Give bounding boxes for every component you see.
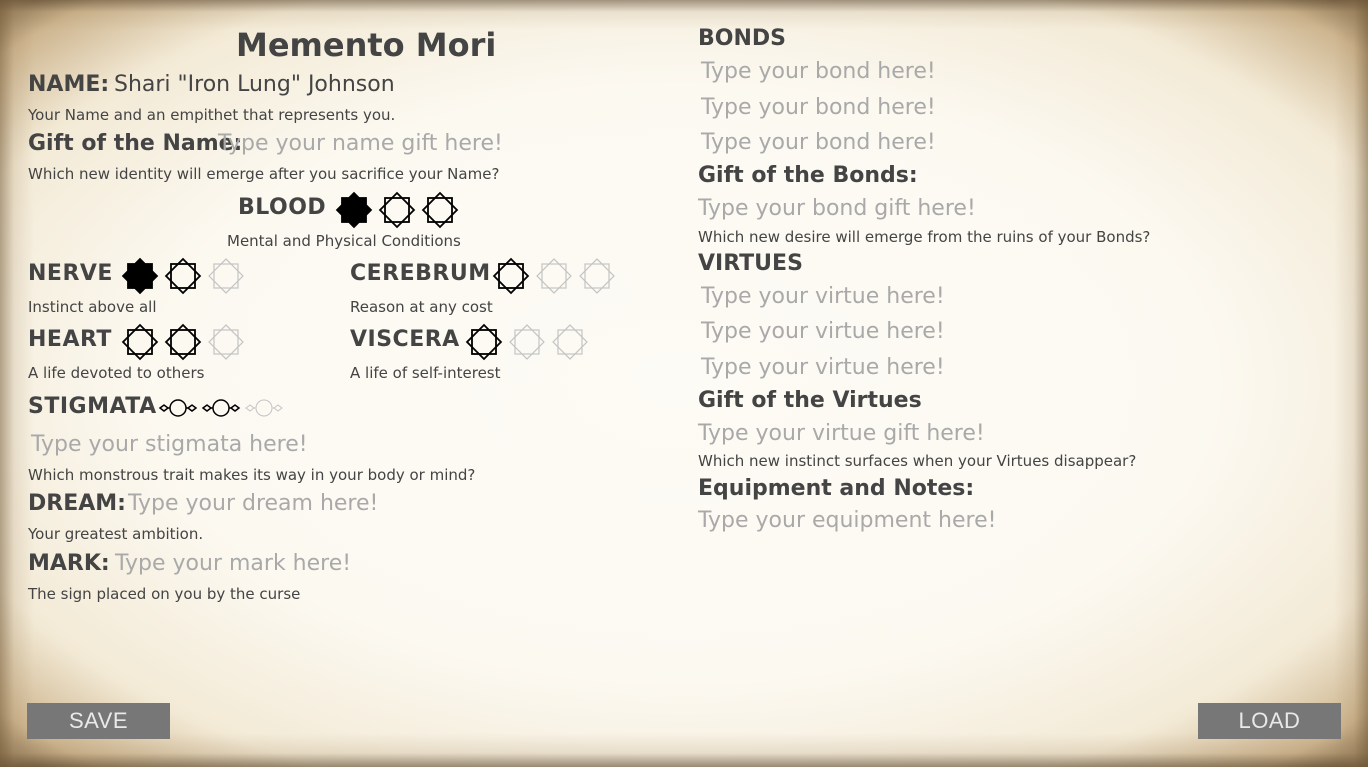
dream-label: DREAM:	[28, 491, 126, 516]
star-icon-marked[interactable]	[420, 190, 460, 230]
blood-hint: Mental and Physical Conditions	[227, 232, 461, 250]
name-field[interactable]: Shari "Iron Lung" Johnson	[114, 72, 395, 97]
cerebrum-track[interactable]	[491, 256, 620, 296]
nerve-hint: Instinct above all	[28, 298, 157, 316]
star-icon-filled[interactable]	[334, 190, 374, 230]
star-icon-empty[interactable]	[550, 322, 590, 362]
dream-hint: Your greatest ambition.	[28, 525, 204, 543]
virtues-label: VIRTUES	[698, 251, 803, 276]
bond-field-2[interactable]: Type your bond here!	[701, 95, 936, 120]
gift-virtues-hint: Which new instinct surfaces when your Vi…	[698, 452, 1137, 470]
equipment-label: Equipment and Notes:	[698, 476, 975, 501]
viscera-label: VISCERA	[350, 327, 460, 352]
gift-name-hint: Which new identity will emerge after you…	[28, 165, 500, 183]
orb-icon-marked[interactable]	[158, 396, 198, 420]
stigmata-label: STIGMATA	[28, 394, 157, 419]
stigmata-track[interactable]	[158, 396, 287, 420]
load-button[interactable]: LOAD	[1198, 703, 1341, 739]
mark-hint: The sign placed on you by the curse	[28, 585, 301, 603]
dream-field[interactable]: Type your dream here!	[128, 491, 378, 516]
star-icon-marked[interactable]	[464, 322, 504, 362]
gift-name-label: Gift of the Name:	[28, 131, 243, 156]
star-icon-empty[interactable]	[507, 322, 547, 362]
bond-field-1[interactable]: Type your bond here!	[701, 59, 936, 84]
orb-icon-empty[interactable]	[244, 396, 284, 420]
nerve-track[interactable]	[120, 256, 249, 296]
stigmata-hint: Which monstrous trait makes its way in y…	[28, 466, 476, 484]
name-label: NAME:	[28, 72, 110, 97]
virtue-field-3[interactable]: Type your virtue here!	[701, 355, 945, 380]
star-icon-empty[interactable]	[577, 256, 617, 296]
gift-bonds-hint: Which new desire will emerge from the ru…	[698, 228, 1151, 246]
cerebrum-label: CEREBRUM	[350, 261, 491, 286]
orb-icon-marked[interactable]	[201, 396, 241, 420]
bond-field-3[interactable]: Type your bond here!	[701, 130, 936, 155]
star-icon-empty[interactable]	[206, 322, 246, 362]
viscera-track[interactable]	[464, 322, 593, 362]
heart-label: HEART	[28, 327, 112, 352]
cerebrum-hint: Reason at any cost	[350, 298, 493, 316]
star-icon-marked[interactable]	[120, 322, 160, 362]
star-icon-marked[interactable]	[491, 256, 531, 296]
bonds-label: BONDS	[698, 26, 786, 51]
blood-label: BLOOD	[238, 195, 327, 220]
gift-virtues-label: Gift of the Virtues	[698, 388, 922, 413]
gift-virtues-field[interactable]: Type your virtue gift here!	[698, 421, 985, 446]
virtue-field-2[interactable]: Type your virtue here!	[701, 319, 945, 344]
gift-name-field[interactable]: Type your name gift here!	[218, 131, 503, 156]
star-icon-filled[interactable]	[120, 256, 160, 296]
star-icon-marked[interactable]	[163, 256, 203, 296]
page-title: Memento Mori	[236, 26, 497, 64]
star-icon-marked[interactable]	[163, 322, 203, 362]
virtue-field-1[interactable]: Type your virtue here!	[701, 284, 945, 309]
star-icon-empty[interactable]	[534, 256, 574, 296]
equipment-field[interactable]: Type your equipment here!	[698, 508, 996, 533]
gift-bonds-label: Gift of the Bonds:	[698, 163, 918, 188]
star-icon-marked[interactable]	[377, 190, 417, 230]
blood-track[interactable]	[334, 190, 463, 230]
heart-hint: A life devoted to others	[28, 364, 205, 382]
nerve-label: NERVE	[28, 261, 113, 286]
mark-label: MARK:	[28, 551, 110, 576]
mark-field[interactable]: Type your mark here!	[115, 551, 351, 576]
star-icon-empty[interactable]	[206, 256, 246, 296]
stigmata-field[interactable]: Type your stigmata here!	[31, 432, 308, 457]
viscera-hint: A life of self-interest	[350, 364, 501, 382]
heart-track[interactable]	[120, 322, 249, 362]
gift-bonds-field[interactable]: Type your bond gift here!	[698, 196, 976, 221]
save-button[interactable]: SAVE	[27, 703, 170, 739]
name-hint: Your Name and an empithet that represent…	[28, 106, 396, 124]
